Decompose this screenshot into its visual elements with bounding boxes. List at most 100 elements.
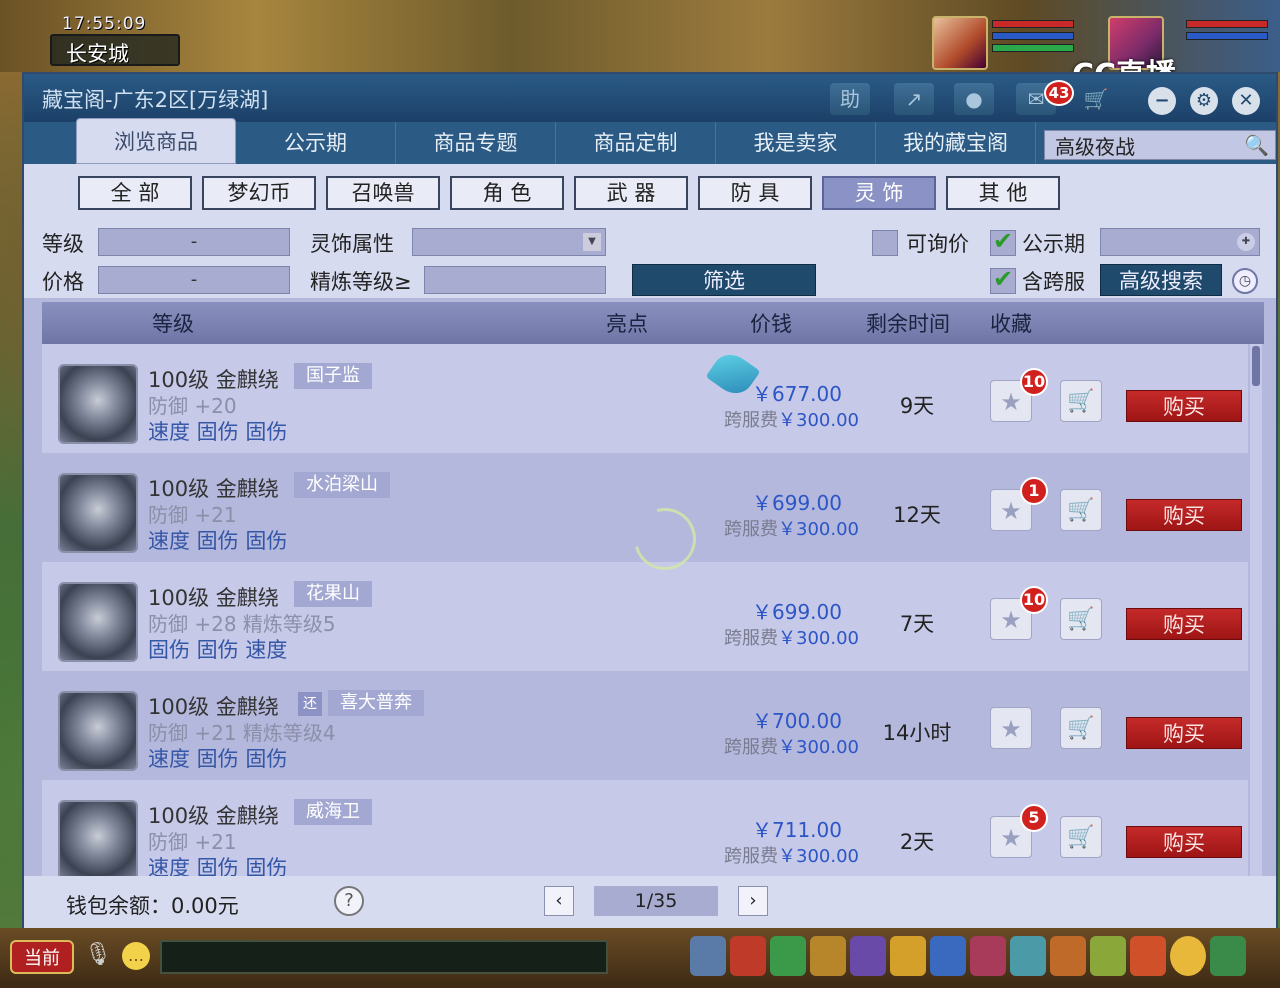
- buy-button[interactable]: 购买: [1126, 826, 1242, 858]
- table-row[interactable]: 100级 金麒绕 国子监 防御 +20 速度 固伤 固伤 ￥677.00 跨服费…: [42, 344, 1248, 453]
- price-range-input[interactable]: -: [98, 266, 290, 294]
- item-attributes: 速度 固伤 固伤: [148, 856, 288, 876]
- cart-icon[interactable]: 🛒: [1060, 598, 1102, 640]
- level-range-input[interactable]: -: [98, 228, 290, 256]
- item-defense: 防御 +21: [148, 830, 237, 854]
- ornament-attr-select[interactable]: ▼: [412, 228, 606, 256]
- tab-custom[interactable]: 商品定制: [556, 122, 716, 164]
- skill-icon[interactable]: [1010, 936, 1046, 976]
- activity-icon[interactable]: [1130, 936, 1166, 976]
- microphone-icon[interactable]: 🎙: [84, 942, 112, 967]
- tab-publicity[interactable]: 公示期: [236, 122, 396, 164]
- tab-topics[interactable]: 商品专题: [396, 122, 556, 164]
- sword-icon[interactable]: [690, 936, 726, 976]
- refine-level-input[interactable]: [424, 266, 606, 294]
- item-defense: 防御 +28 精炼等级5: [148, 612, 336, 636]
- character-portrait[interactable]: [932, 16, 988, 70]
- category-all[interactable]: 全 部: [78, 176, 192, 210]
- category-weapon[interactable]: 武 器: [574, 176, 688, 210]
- minimize-icon[interactable]: −: [1148, 87, 1176, 115]
- cross-server-fee: 跨服费￥300.00: [724, 406, 859, 432]
- friend-icon[interactable]: [1090, 936, 1126, 976]
- help-icon[interactable]: ?: [334, 886, 364, 916]
- col-price[interactable]: 价钱: [750, 308, 792, 338]
- cart-icon[interactable]: 🛒: [1060, 380, 1102, 422]
- publicity-checkbox[interactable]: [990, 227, 1016, 256]
- gift-icon[interactable]: [770, 936, 806, 976]
- record-icon[interactable]: ●: [954, 83, 994, 115]
- ring-item-icon[interactable]: [58, 473, 138, 553]
- tab-my-pavilion[interactable]: 我的藏宝阁: [876, 122, 1036, 164]
- category-armor[interactable]: 防 具: [698, 176, 812, 210]
- tab-browse[interactable]: 浏览商品: [76, 118, 236, 164]
- pet-icon[interactable]: [850, 936, 886, 976]
- star-icon[interactable]: ★: [990, 707, 1032, 749]
- search-field[interactable]: 🔍: [1044, 130, 1276, 160]
- system-icon[interactable]: [1210, 936, 1246, 976]
- category-ornament[interactable]: 灵 饰: [822, 176, 936, 210]
- table-row[interactable]: 100级 金麒绕 还 喜大普奔 防御 +21 精炼等级4 速度 固伤 固伤 ￥7…: [42, 671, 1248, 780]
- close-icon[interactable]: ✕: [1232, 87, 1260, 115]
- advanced-search-button[interactable]: 高级搜索: [1100, 264, 1222, 296]
- task-icon[interactable]: [970, 936, 1006, 976]
- list-header: 等级 亮点 价钱 剩余时间 收藏: [42, 302, 1264, 344]
- buy-button[interactable]: 购买: [1126, 717, 1242, 749]
- category-role[interactable]: 角 色: [450, 176, 564, 210]
- character-status-bars: [992, 20, 1074, 56]
- table-row[interactable]: 100级 金麒绕 花果山 防御 +28 精炼等级5 固伤 固伤 速度 ￥699.…: [42, 562, 1248, 671]
- shield-icon[interactable]: [810, 936, 846, 976]
- ring-item-icon[interactable]: [58, 582, 138, 662]
- list-scrollbar[interactable]: [1250, 344, 1262, 876]
- ring-item-icon[interactable]: [58, 800, 138, 876]
- smiley-icon[interactable]: [1170, 936, 1206, 976]
- buy-button[interactable]: 购买: [1126, 499, 1242, 531]
- chat-channel-button[interactable]: 当前: [10, 940, 74, 974]
- share-icon[interactable]: ↗: [894, 83, 934, 115]
- buy-button[interactable]: 购买: [1126, 390, 1242, 422]
- category-other[interactable]: 其 他: [946, 176, 1060, 210]
- map-icon[interactable]: [930, 936, 966, 976]
- publicity-label: 公示期: [1022, 232, 1085, 256]
- chest-icon[interactable]: [730, 936, 766, 976]
- col-level[interactable]: 等级: [152, 308, 194, 338]
- chat-input[interactable]: [160, 940, 608, 974]
- fee-label: 跨服费: [724, 410, 778, 431]
- ring-item-icon[interactable]: [58, 364, 138, 444]
- category-gold[interactable]: 梦幻币: [202, 176, 316, 210]
- inquiry-checkbox[interactable]: [872, 230, 898, 256]
- search-input[interactable]: [1045, 131, 1225, 159]
- settings-gear-icon[interactable]: ⚙: [1190, 87, 1218, 115]
- cart-icon[interactable]: 🛒: [1076, 83, 1116, 115]
- team-icon[interactable]: [890, 936, 926, 976]
- scroll-thumb[interactable]: [1252, 346, 1260, 386]
- pet-status-bars: [1186, 20, 1268, 44]
- cross-server-checkbox[interactable]: [990, 265, 1016, 294]
- fee-label: 跨服费: [724, 628, 778, 649]
- buy-button[interactable]: 购买: [1126, 608, 1242, 640]
- table-row[interactable]: 100级 金麒绕 威海卫 防御 +21 速度 固伤 固伤 ￥711.00 跨服费…: [42, 780, 1248, 876]
- game-clock: 17:55:09: [62, 14, 147, 34]
- chevron-down-icon[interactable]: ▼: [583, 233, 601, 251]
- help-assist-button[interactable]: 助: [830, 83, 870, 115]
- next-page-button[interactable]: ›: [738, 886, 768, 916]
- ring-item-icon[interactable]: [58, 691, 138, 771]
- gang-icon[interactable]: [1050, 936, 1086, 976]
- col-favorite[interactable]: 收藏: [990, 308, 1032, 338]
- server-tag: 威海卫: [294, 799, 372, 825]
- clock-icon[interactable]: ◷: [1232, 268, 1258, 294]
- cart-icon[interactable]: 🛒: [1060, 707, 1102, 749]
- cart-icon[interactable]: 🛒: [1060, 489, 1102, 531]
- prev-page-button[interactable]: ‹: [544, 886, 574, 916]
- search-icon[interactable]: 🔍: [1244, 133, 1269, 157]
- publicity-select[interactable]: ✚: [1100, 228, 1260, 256]
- wallet-balance: 钱包余额：0.00元: [66, 894, 239, 918]
- return-tag: 还: [298, 692, 322, 716]
- cart-icon[interactable]: 🛒: [1060, 816, 1102, 858]
- tab-seller[interactable]: 我是卖家: [716, 122, 876, 164]
- chat-bubble-icon[interactable]: …: [122, 942, 150, 970]
- plus-icon[interactable]: ✚: [1237, 233, 1255, 251]
- filter-button[interactable]: 筛选: [632, 264, 816, 296]
- col-remaining[interactable]: 剩余时间: [866, 308, 950, 338]
- category-summon[interactable]: 召唤兽: [326, 176, 440, 210]
- category-bar: 全 部 梦幻币 召唤兽 角 色 武 器 防 具 灵 饰 其 他: [24, 164, 1276, 218]
